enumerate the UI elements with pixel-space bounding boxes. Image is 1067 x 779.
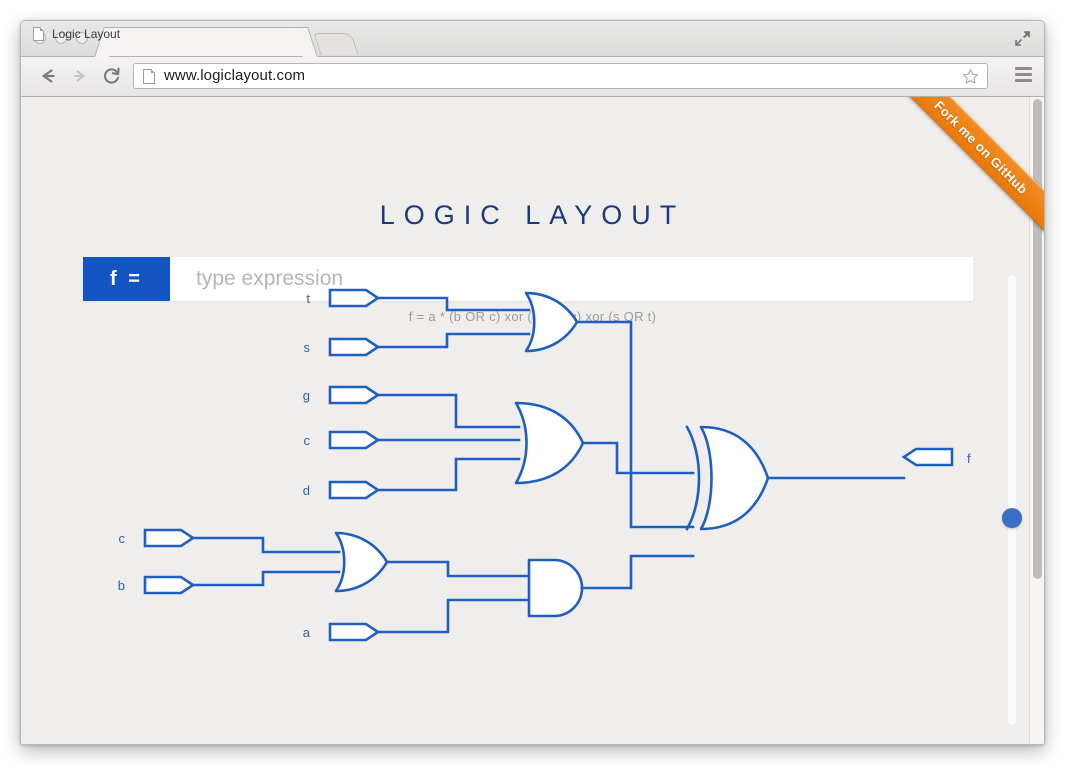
browser-window: Logic Layout × www.logiclayout.com Fork …: [20, 20, 1045, 745]
input-label-c1: c: [304, 433, 311, 448]
back-arrow-icon[interactable]: [37, 65, 59, 87]
browser-tab[interactable]: [106, 27, 306, 56]
forward-arrow-icon[interactable]: [69, 65, 91, 87]
xor-gate-out: [685, 425, 770, 531]
tab-page-icon: [33, 27, 44, 41]
input-pin-g: [328, 385, 381, 405]
zoom-slider-handle[interactable]: [1002, 508, 1022, 528]
input-pin-c1: [328, 430, 381, 450]
address-bar[interactable]: www.logiclayout.com: [133, 63, 988, 89]
input-pin-c2: [143, 528, 196, 548]
page-viewport: Fork me on GitHub LOGIC LAYOUT f = f = a…: [21, 97, 1044, 744]
input-label-g: g: [303, 388, 310, 403]
zoom-slider-track[interactable]: [1002, 275, 1022, 725]
reload-icon[interactable]: [101, 65, 123, 87]
input-label-b: b: [118, 578, 125, 593]
input-pin-b: [143, 575, 196, 595]
input-label-s: s: [304, 340, 311, 355]
browser-tab-strip: Logic Layout ×: [21, 21, 1044, 57]
or-gate-s-t: [524, 291, 579, 353]
tab-title: Logic Layout: [52, 27, 121, 41]
input-label-d: d: [303, 483, 310, 498]
or-gate-b-c: [334, 531, 389, 593]
page-icon: [143, 69, 155, 84]
input-pin-t: [328, 288, 381, 308]
input-label-a: a: [303, 625, 311, 640]
input-label-t: t: [306, 291, 310, 306]
input-pin-s: [328, 337, 381, 357]
input-pin-d: [328, 480, 381, 500]
url-text: www.logiclayout.com: [164, 67, 306, 84]
tab-close-icon[interactable]: ×: [1023, 27, 1031, 42]
page-scrollbar-thumb[interactable]: [1033, 99, 1042, 579]
browser-toolbar: www.logiclayout.com: [21, 57, 1044, 97]
logic-circuit-diagram: t s g c d c b a f: [118, 288, 971, 642]
input-pin-a: [328, 622, 381, 642]
output-pin-f: [901, 447, 954, 467]
new-tab-button[interactable]: [313, 33, 359, 55]
input-label-c2: c: [119, 531, 126, 546]
hamburger-menu-icon[interactable]: [1015, 67, 1032, 82]
star-icon[interactable]: [962, 68, 979, 85]
or-gate-d-c-g: [514, 401, 585, 485]
output-label-f: f: [967, 451, 971, 466]
and-gate-a: [527, 558, 584, 618]
